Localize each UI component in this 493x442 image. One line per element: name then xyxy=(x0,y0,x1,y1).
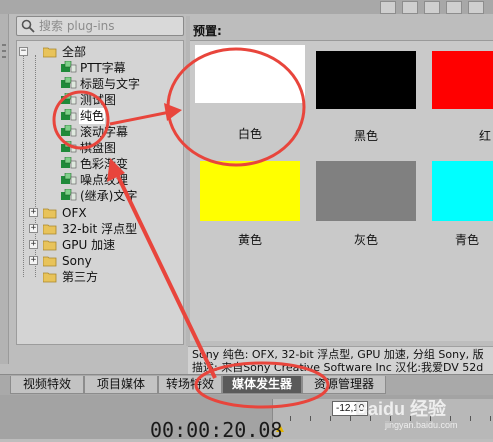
watermark-url: jingyan.baidu.com xyxy=(385,420,458,430)
preset-swatch xyxy=(316,51,416,109)
description-line: 描述: 来自Sony Creative Software Inc 汉化:我爱DV… xyxy=(192,361,484,374)
tab-video-fx[interactable]: 视频特效 xyxy=(10,376,84,394)
fx-plugin-icon xyxy=(61,109,77,121)
fx-plugin-icon xyxy=(61,157,77,169)
tab-transitions[interactable]: 转场特效 xyxy=(158,376,222,394)
fx-plugin-icon xyxy=(61,189,77,201)
tree-node-gpu-accel[interactable]: + GPU 加速 xyxy=(17,237,182,253)
expand-icon[interactable]: + xyxy=(29,240,38,249)
search-icon xyxy=(21,19,35,33)
tree-node-legacy-text[interactable]: (继承)文字 xyxy=(17,188,182,204)
top-toolbar xyxy=(0,0,493,14)
folder-icon xyxy=(43,240,57,251)
tree-node-scrolling-subtitle[interactable]: 滚动字幕 xyxy=(17,124,182,140)
folder-icon xyxy=(43,256,57,267)
tree-node-sony[interactable]: + Sony xyxy=(17,253,182,269)
tree-node-label: 纯色 xyxy=(79,108,106,124)
tree-node-label: 第三方 xyxy=(62,270,99,284)
expand-icon[interactable]: + xyxy=(29,208,38,217)
tree-node-third-party[interactable]: 第三方 xyxy=(17,269,182,285)
tree-node-label: GPU 加速 xyxy=(62,238,116,252)
plugin-tree: − 全部 PTT字幕 标题与文字 测试图 纯色 滚动字幕 棋盘图 色彩渐变 噪点… xyxy=(16,40,184,345)
toolbar-button[interactable] xyxy=(468,1,484,14)
tree-node-label: 滚动字幕 xyxy=(80,125,129,139)
preset-tile-white[interactable]: 白色 xyxy=(195,45,305,155)
tab-project-media[interactable]: 项目媒体 xyxy=(84,376,158,394)
tree-node-ofx[interactable]: + OFX xyxy=(17,205,182,221)
preset-tile-black[interactable]: 黑色 xyxy=(316,51,416,146)
toolbar-button[interactable] xyxy=(380,1,396,14)
preset-label: 红 xyxy=(478,129,491,143)
plugin-description: Sony 纯色: OFX, 32-bit 浮点型, GPU 加速, 分组 Son… xyxy=(188,346,493,375)
tree-node-label: 棋盘图 xyxy=(80,141,117,155)
tree-node-label: 测试图 xyxy=(80,93,117,107)
tree-node-noise-texture[interactable]: 噪点纹理 xyxy=(17,172,182,188)
expand-icon[interactable]: + xyxy=(29,256,38,265)
tree-node-ptt-subtitle[interactable]: PTT字幕 xyxy=(17,60,182,76)
toolbar-button[interactable] xyxy=(402,1,418,14)
collapse-icon[interactable]: − xyxy=(19,47,28,56)
tree-node-label: OFX xyxy=(62,206,87,220)
fx-plugin-icon xyxy=(61,141,77,153)
preset-swatch xyxy=(195,45,305,103)
expand-icon[interactable]: + xyxy=(29,224,38,233)
window-tabs: 视频特效 项目媒体 转场特效 媒体发生器 资源管理器 xyxy=(0,374,493,395)
tree-node-label: 32-bit 浮点型 xyxy=(62,222,138,236)
fx-plugin-icon xyxy=(61,125,77,137)
folder-icon xyxy=(43,272,57,283)
folder-icon xyxy=(43,224,57,235)
preset-label: 青色 xyxy=(454,233,479,247)
description-line: Sony 纯色: OFX, 32-bit 浮点型, GPU 加速, 分组 Son… xyxy=(192,348,484,361)
search-input[interactable] xyxy=(39,18,179,34)
preset-grid: 白色 黑色 红 黄色 灰色 青色 xyxy=(190,40,493,341)
folder-icon xyxy=(43,208,57,219)
tree-node-label: PTT字幕 xyxy=(80,61,126,75)
preset-label: 灰色 xyxy=(353,233,378,247)
toolbar-button[interactable] xyxy=(424,1,440,14)
toolbar-button[interactable] xyxy=(446,1,462,14)
tree-node-all[interactable]: − 全部 xyxy=(17,44,182,60)
tree-node-test-pattern[interactable]: 测试图 xyxy=(17,92,182,108)
preview-title: 预置: xyxy=(193,24,222,38)
tree-node-checkerboard[interactable]: 棋盘图 xyxy=(17,140,182,156)
watermark-brand: Baidu 经验 xyxy=(355,399,447,419)
preset-tile-yellow[interactable]: 黄色 xyxy=(200,161,300,251)
tree-node-label: (继承)文字 xyxy=(80,189,138,203)
preset-tile-cyan[interactable]: 青色 xyxy=(432,161,493,251)
tree-node-title-text[interactable]: 标题与文字 xyxy=(17,76,182,92)
tree-node-solid-color[interactable]: 纯色 xyxy=(17,108,182,124)
folder-open-icon xyxy=(43,47,57,58)
tree-node-label: 噪点纹理 xyxy=(80,173,129,187)
tab-explorer[interactable]: 资源管理器 xyxy=(302,376,386,394)
preset-swatch xyxy=(432,51,493,109)
preset-swatch xyxy=(316,161,416,221)
tab-media-generators[interactable]: 媒体发生器 xyxy=(222,376,302,394)
fx-plugin-icon xyxy=(61,77,77,89)
fx-plugin-icon xyxy=(61,61,77,73)
tree-node-label: 全部 xyxy=(62,45,87,59)
fx-plugin-icon xyxy=(61,93,77,105)
tree-node-32bit-float[interactable]: + 32-bit 浮点型 xyxy=(17,221,182,237)
tree-node-color-gradient[interactable]: 色彩渐变 xyxy=(17,156,182,172)
tree-node-label: 标题与文字 xyxy=(80,77,141,91)
preset-label: 黄色 xyxy=(237,233,262,247)
preset-swatch xyxy=(432,161,493,221)
preset-swatch xyxy=(200,161,300,221)
preset-tile-gray[interactable]: 灰色 xyxy=(316,161,416,251)
tree-node-label: 色彩渐变 xyxy=(80,157,129,171)
timecode-display: 00:00:20.08 xyxy=(150,418,283,442)
tree-node-label: Sony xyxy=(62,254,92,268)
search-box xyxy=(16,16,184,36)
preset-label: 黑色 xyxy=(353,129,378,143)
dock-handle[interactable] xyxy=(0,14,9,364)
preset-label: 白色 xyxy=(237,127,262,141)
preset-tile-red[interactable]: 红 xyxy=(432,51,493,146)
fx-plugin-icon xyxy=(61,173,77,185)
